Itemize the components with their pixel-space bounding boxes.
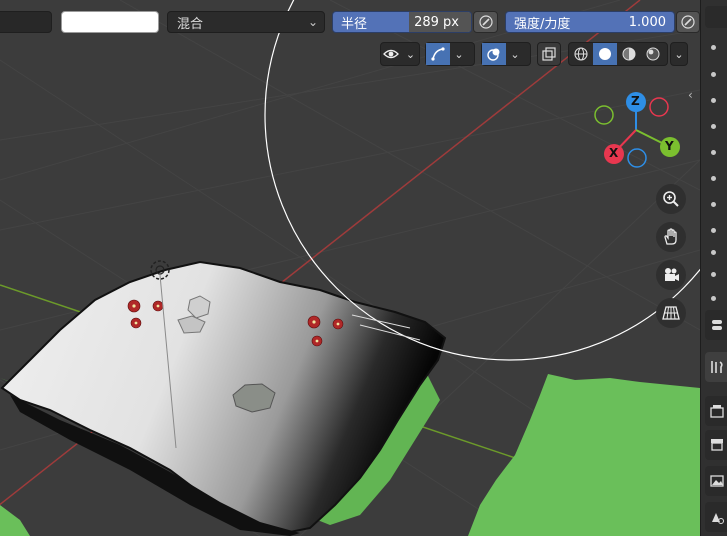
xray-toggle[interactable] — [537, 42, 561, 66]
strength-field[interactable]: 强度/力度 1.000 — [505, 11, 675, 33]
blend-mode-value: 混合 — [177, 16, 204, 32]
ground-patch — [0, 505, 30, 536]
radius-value: 289 px — [414, 14, 459, 30]
gizmo-toggle[interactable]: ⌄ — [425, 42, 475, 66]
viewport-scene — [0, 0, 700, 536]
shading-options-dropdown[interactable]: ⌄ — [670, 42, 688, 66]
xray-icon — [538, 43, 560, 65]
tab-scene[interactable] — [705, 502, 727, 532]
camera-icon — [665, 268, 679, 281]
tab-output[interactable] — [705, 430, 727, 460]
tab-dot[interactable] — [711, 45, 716, 50]
perspective-toggle-button[interactable] — [656, 298, 686, 328]
shading-mode-group[interactable] — [568, 42, 668, 66]
tab-dot[interactable] — [711, 150, 716, 155]
tab-tool[interactable] — [705, 352, 727, 382]
grid-perspective-icon — [662, 306, 680, 320]
shading-rendered-icon[interactable] — [641, 43, 665, 65]
image-icon — [709, 475, 724, 487]
tab-dot[interactable] — [711, 124, 716, 129]
tool-settings-header: 混合 ⌄ 半径 289 px 强度/力度 1.000 — [0, 0, 700, 40]
printer-icon — [710, 439, 723, 451]
tab-view-layer[interactable] — [705, 310, 727, 340]
blend-mode-dropdown[interactable]: 混合 ⌄ — [167, 11, 325, 33]
radius-pressure-toggle[interactable] — [473, 11, 498, 33]
tab-dot[interactable] — [711, 202, 716, 207]
chevron-down-icon: ⌄ — [674, 47, 684, 61]
tab-dot[interactable] — [711, 250, 716, 255]
tab-dot[interactable] — [711, 228, 716, 233]
visibility-dropdown[interactable]: ⌄ — [380, 42, 420, 66]
strength-pressure-toggle[interactable] — [676, 11, 700, 33]
wrench-icon — [710, 361, 723, 373]
toggle-icon — [711, 320, 722, 330]
radius-field[interactable]: 半径 289 px — [332, 11, 472, 33]
eye-icon — [381, 43, 402, 65]
zoom-in-icon — [663, 191, 679, 207]
tab-dot[interactable] — [711, 296, 716, 301]
overlays-icon[interactable] — [482, 43, 506, 65]
camera-view-button[interactable] — [656, 260, 686, 290]
shading-solid-icon[interactable] — [593, 43, 617, 65]
properties-tab-strip — [700, 0, 727, 536]
radius-label: 半径 — [341, 16, 368, 32]
tab-render[interactable] — [705, 396, 727, 426]
chevron-down-icon: ⌄ — [405, 47, 416, 61]
3d-viewport[interactable]: Z X Y 混合 ⌄ 半径 289 px 强度/力度 1.000 ⌄ ⌄ ⌄ ⌄… — [0, 0, 700, 536]
gizmo-z-label: Z — [631, 94, 640, 108]
pen-pressure-icon — [478, 15, 493, 29]
tab-dot[interactable] — [711, 176, 716, 181]
shading-material-icon[interactable] — [617, 43, 641, 65]
chevron-down-icon[interactable]: ⌄ — [506, 43, 524, 65]
pan-button[interactable] — [656, 222, 686, 252]
gizmo-x-label: X — [609, 146, 619, 160]
color-swatch-secondary[interactable] — [0, 11, 52, 33]
tab-dot[interactable] — [711, 98, 716, 103]
gizmo-y-label: Y — [665, 139, 674, 153]
sidebar-collapse-arrow[interactable]: ‹ — [688, 88, 693, 102]
brush-color-swatch[interactable] — [61, 11, 159, 33]
scene-icon — [711, 513, 724, 524]
tab-dot[interactable] — [711, 72, 716, 77]
hand-icon — [664, 228, 677, 245]
pen-pressure-icon — [681, 15, 695, 29]
overlays-toggle[interactable]: ⌄ — [481, 42, 531, 66]
shading-wireframe-icon[interactable] — [569, 43, 593, 65]
tab-view-layer-image[interactable] — [705, 466, 727, 496]
chevron-down-icon: ⌄ — [307, 15, 318, 29]
strength-label: 强度/力度 — [514, 16, 571, 32]
gizmo-icon[interactable] — [426, 43, 450, 65]
chevron-down-icon[interactable]: ⌄ — [450, 43, 468, 65]
render-icon — [709, 405, 724, 418]
ground-patch — [468, 374, 700, 536]
tab-tool-settings[interactable] — [705, 6, 727, 28]
strength-value: 1.000 — [628, 14, 666, 30]
zoom-button[interactable] — [656, 184, 686, 214]
tab-dot[interactable] — [711, 272, 716, 277]
